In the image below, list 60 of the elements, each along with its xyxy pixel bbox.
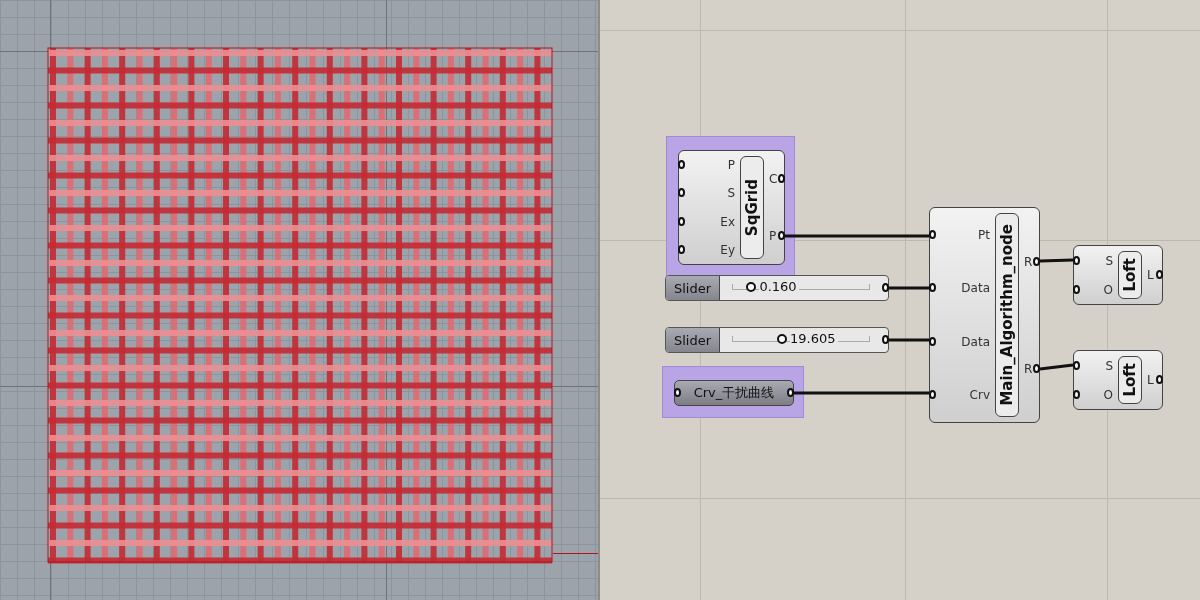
input-port[interactable] (1073, 255, 1080, 265)
output-label: L (1147, 268, 1154, 282)
output-port[interactable] (778, 230, 785, 240)
output-port[interactable] (1033, 256, 1040, 266)
input-label: S (727, 186, 735, 201)
output-label: R (1024, 361, 1033, 376)
input-port[interactable] (1073, 389, 1080, 399)
output-port[interactable] (882, 283, 889, 292)
output-port[interactable] (778, 174, 785, 184)
input-port[interactable] (929, 336, 936, 346)
component-name: Loft (1118, 251, 1142, 299)
number-slider[interactable]: Slider 0.160 (665, 275, 889, 301)
component-name: SqGrid (740, 156, 764, 259)
slider-label: Slider (666, 328, 721, 352)
component-name: Loft (1118, 356, 1142, 404)
input-label: S (1105, 253, 1113, 268)
slider-label: Slider (666, 276, 721, 300)
input-label: Crv (969, 388, 990, 403)
component-name: Main_Algorithm_node (995, 213, 1019, 417)
parameter-name: Crv_干扰曲线 (693, 384, 775, 402)
output-port[interactable] (882, 335, 889, 344)
output-port[interactable] (787, 388, 794, 397)
input-label: P (727, 158, 735, 173)
input-port[interactable] (929, 390, 936, 400)
output-port[interactable] (1033, 363, 1040, 373)
wire (1039, 258, 1074, 263)
slider-track[interactable]: 0.160 (728, 276, 874, 300)
wire (889, 286, 929, 290)
output-port[interactable] (1156, 270, 1163, 279)
output-port[interactable] (1156, 375, 1163, 384)
input-port[interactable] (678, 216, 685, 226)
output-label: P (769, 228, 777, 243)
output-label: R (1024, 254, 1033, 269)
curve-parameter[interactable]: Crv_干扰曲线 (674, 380, 794, 406)
input-label: Pt (978, 227, 990, 242)
input-port[interactable] (929, 229, 936, 239)
output-label: L (1147, 373, 1154, 387)
input-label: O (1103, 387, 1113, 402)
wire (1039, 363, 1074, 371)
slider-value: 0.160 (759, 279, 799, 294)
wire (889, 338, 929, 342)
input-label: Ey (720, 242, 735, 257)
input-label: O (1103, 282, 1113, 297)
input-port[interactable] (678, 244, 685, 254)
input-port[interactable] (674, 388, 681, 397)
number-slider[interactable]: Slider 19.605 (665, 327, 889, 353)
slider-thumb[interactable] (746, 281, 757, 292)
output-label: C (769, 172, 778, 187)
input-port[interactable] (929, 283, 936, 293)
input-port[interactable] (1073, 360, 1080, 370)
slider-value: 19.605 (790, 331, 838, 346)
slider-thumb[interactable] (777, 333, 788, 344)
input-label: Ex (720, 214, 735, 229)
input-port[interactable] (678, 160, 685, 170)
input-port[interactable] (1073, 284, 1080, 294)
input-label: S (1105, 358, 1113, 373)
input-port[interactable] (678, 188, 685, 198)
input-label: Data (961, 334, 990, 349)
slider-track[interactable]: 19.605 (728, 328, 874, 352)
input-label: Data (961, 281, 990, 296)
